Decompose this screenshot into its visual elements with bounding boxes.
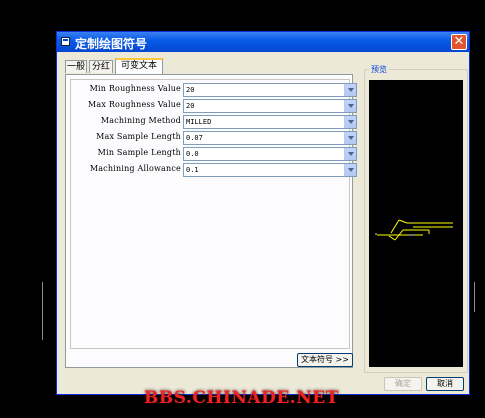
property-row: Max Roughness Value 20 [71, 99, 357, 113]
tab-general[interactable]: 一般 [65, 60, 87, 73]
dialog-title: 定制绘图符号 [75, 37, 148, 51]
property-row: Max Sample Length 0.07 [71, 131, 357, 145]
property-value: 20 [186, 102, 195, 110]
property-label: Machining Allowance [89, 164, 181, 173]
chevron-down-icon[interactable] [344, 100, 356, 112]
property-row: Min Roughness Value 20 [71, 83, 357, 97]
chevron-down-icon[interactable] [344, 84, 356, 96]
text-symbol-button[interactable]: 文本符号 >> [297, 353, 353, 367]
watermark: BBS.CHINADE.NET [144, 388, 339, 408]
property-label: Max Sample Length [96, 132, 181, 141]
chevron-down-icon[interactable] [344, 164, 356, 176]
tab-split[interactable]: 分红 [89, 60, 113, 73]
window-icon [61, 37, 70, 46]
property-label: Min Sample Length [97, 148, 181, 157]
symbol-dialog: 定制绘图符号 ✕ 一般 分红 可变文本 Min Roughness Value … [56, 31, 470, 395]
min-sample-length-combo[interactable]: 0.0 [183, 147, 357, 161]
cad-line-left [42, 282, 43, 340]
property-value: 0.1 [186, 166, 199, 174]
cancel-button[interactable]: 取消 [426, 377, 464, 391]
property-label: Max Roughness Value [88, 100, 181, 109]
preview-canvas [369, 80, 463, 367]
chevron-down-icon[interactable] [344, 148, 356, 160]
properties-panel: Min Roughness Value 20 Max Roughness Val… [65, 74, 357, 368]
preview-label: 预览 [369, 64, 389, 75]
close-button[interactable]: ✕ [451, 34, 467, 50]
ok-button[interactable]: 确定 [384, 377, 422, 391]
chevron-down-icon[interactable] [344, 116, 356, 128]
min-roughness-combo[interactable]: 20 [183, 83, 357, 97]
max-sample-length-combo[interactable]: 0.07 [183, 131, 357, 145]
property-row: Machining Method MILLED [71, 115, 357, 129]
property-value: 0.0 [186, 150, 199, 158]
property-label: Min Roughness Value [89, 84, 181, 93]
property-list: Min Roughness Value 20 Max Roughness Val… [70, 79, 357, 349]
cad-line-right [474, 282, 475, 312]
tab-variable-text[interactable]: 可变文本 [115, 58, 163, 74]
property-label: Machining Method [100, 116, 181, 125]
property-row: Min Sample Length 0.0 [71, 147, 357, 161]
preview-group: 预览 [364, 64, 468, 373]
property-value: MILLED [186, 118, 212, 126]
roughness-symbol-icon [375, 219, 453, 241]
property-row: Machining Allowance 0.1 [71, 163, 357, 177]
close-icon: ✕ [453, 34, 465, 49]
machining-method-combo[interactable]: MILLED [183, 115, 357, 129]
property-value: 0.07 [186, 134, 203, 142]
chevron-down-icon[interactable] [344, 132, 356, 144]
max-roughness-combo[interactable]: 20 [183, 99, 357, 113]
property-value: 20 [186, 86, 195, 94]
machining-allowance-combo[interactable]: 0.1 [183, 163, 357, 177]
title-bar[interactable]: 定制绘图符号 ✕ [57, 32, 469, 52]
